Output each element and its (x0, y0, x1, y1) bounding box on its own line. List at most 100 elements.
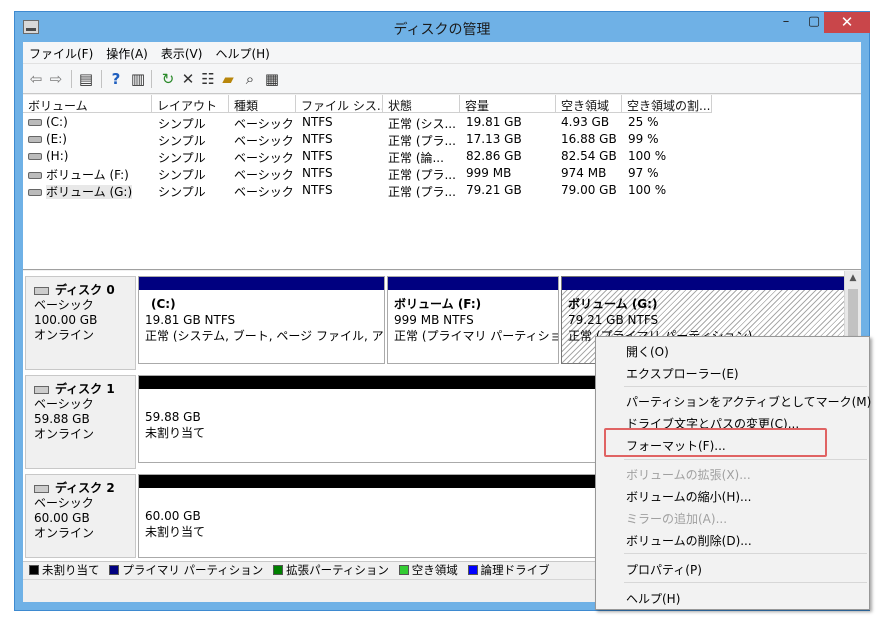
menu-action[interactable]: 操作(A) (100, 42, 155, 62)
cell-text: 16.88 GB (561, 132, 617, 146)
drive-icon (28, 172, 42, 179)
primary-partition-bar (388, 277, 558, 290)
refresh-icon[interactable]: ↻ (159, 70, 177, 88)
menu-item-explorer[interactable]: エクスプローラー(E) (626, 365, 739, 382)
table-cell: 97 % (628, 166, 659, 180)
format-highlight-box (604, 428, 827, 457)
column-header-capacity[interactable]: 容量 (460, 95, 556, 113)
table-cell: ベーシック (234, 132, 294, 149)
console-tree-icon[interactable]: ▤ (77, 70, 95, 88)
title-bar[interactable]: ディスクの管理 – ▢ ✕ (15, 12, 870, 42)
legend-item: 論理ドライブ (467, 562, 550, 578)
forward-arrow-icon[interactable]: ⇨ (47, 70, 65, 88)
column-header-filesystem[interactable]: ファイル シス... (296, 95, 383, 113)
delete-icon[interactable]: ✕ (179, 70, 197, 88)
cell-text: (H:) (46, 149, 69, 163)
legend-item: 拡張パーティション (273, 562, 389, 578)
menu-help[interactable]: ヘルプ(H) (209, 42, 276, 62)
legend-swatch (29, 565, 39, 575)
drive-icon (28, 136, 42, 143)
table-row[interactable]: (C:) シンプル ベーシック NTFS 正常 (シス... 19.81 GB 4.93 G… (23, 114, 861, 131)
table-cell: 正常 (プラ... (388, 166, 456, 183)
cell-text: 999 MB (466, 166, 512, 180)
disk-name: ディスク 2 (55, 481, 115, 495)
table-cell: 79.21 GB (466, 183, 522, 197)
action-pane-icon[interactable]: ▥ (129, 70, 147, 88)
menu-item-add-mirror: ミラーの追加(A)... (626, 512, 728, 526)
disk-label-0[interactable]: ディスク 0 ベーシック 100.00 GB オンライン (25, 276, 136, 370)
cell-text: ベーシック (234, 185, 294, 199)
close-button[interactable]: ✕ (824, 12, 870, 33)
legend-swatch (398, 565, 409, 575)
menu-item-delete-volume[interactable]: ボリュームの削除(D)... (626, 532, 752, 549)
cell-text: ベーシック (234, 117, 294, 131)
partition-name: ボリューム (F:) (394, 297, 482, 311)
menu-item-extend-volume: ボリュームの拡張(X)... (626, 468, 751, 482)
menu-view[interactable]: 表示(V) (155, 42, 210, 62)
menu-separator (624, 459, 867, 460)
cell-text: ベーシック (234, 134, 294, 148)
disk-type: ベーシック (34, 496, 94, 510)
help-icon[interactable]: ? (107, 70, 125, 88)
cell-text: 100 % (628, 149, 667, 163)
column-header-status[interactable]: 状態 (383, 95, 460, 113)
table-cell: 19.81 GB (466, 115, 522, 129)
legend-label: 空き領域 (411, 563, 458, 577)
toolbar-separator (151, 70, 152, 88)
open-folder-icon[interactable]: ▰ (219, 70, 237, 88)
partition-f[interactable]: ボリューム (F:) 999 MB NTFS 正常 (プライマリ パーティション… (387, 276, 559, 364)
cell-text: 正常 (論... (388, 151, 444, 165)
table-row[interactable]: (E:) シンプル ベーシック NTFS 正常 (プラ... 17.13 GB 16.88 … (23, 131, 861, 148)
disk-type: ベーシック (34, 298, 94, 312)
menu-item-help[interactable]: ヘルプ(H) (626, 590, 680, 607)
minimize-button[interactable]: – (772, 12, 800, 33)
column-header-free-percent[interactable]: 空き領域の割... (622, 95, 712, 113)
disk-size: 60.00 GB (34, 511, 90, 525)
table-cell: NTFS (302, 115, 333, 129)
disk-label-1[interactable]: ディスク 1 ベーシック 59.88 GB オンライン (25, 375, 136, 469)
disk-icon (34, 286, 49, 295)
column-header-type[interactable]: 種類 (229, 95, 296, 113)
menu-item-properties[interactable]: プロパティ(P) (626, 561, 702, 578)
scroll-up-arrow-icon[interactable]: ▲ (845, 273, 861, 283)
cell-text: 17.13 GB (466, 132, 522, 146)
cell-text: NTFS (302, 183, 333, 197)
column-header-layout[interactable]: レイアウト (152, 95, 229, 113)
table-cell: NTFS (302, 149, 333, 163)
settings-icon[interactable]: ▦ (263, 70, 281, 88)
table-cell: 82.54 GB (561, 149, 617, 163)
partition-c[interactable]: (C:) 19.81 GB NTFS 正常 (システム, ブート, ページ ファ… (138, 276, 385, 364)
search-icon[interactable]: ⌕ (241, 70, 259, 88)
primary-partition-bar (139, 277, 384, 290)
table-cell: シンプル (158, 149, 206, 166)
table-row[interactable]: ボリューム (G:) シンプル ベーシック NTFS 正常 (プラ... 79.21 GB… (23, 182, 861, 199)
table-cell: 82.86 GB (466, 149, 522, 163)
cell-text: 正常 (プラ... (388, 185, 456, 199)
volume-list: ボリューム レイアウト 種類 ファイル シス... 状態 容量 空き領域 空き領… (23, 95, 861, 270)
table-cell: 79.00 GB (561, 183, 617, 197)
column-header-volume[interactable]: ボリューム (23, 95, 152, 113)
cell-text: 97 % (628, 166, 659, 180)
cell-text: ボリューム (G:) (46, 185, 133, 199)
menu-item-mark-active[interactable]: パーティションをアクティブとしてマーク(M) (626, 393, 871, 410)
back-arrow-icon[interactable]: ⇦ (27, 70, 45, 88)
column-header-free-space[interactable]: 空き領域 (556, 95, 622, 113)
cell-text: ボリューム (F:) (46, 168, 129, 182)
menu-item-open[interactable]: 開く(O) (626, 343, 669, 360)
table-cell: 正常 (プラ... (388, 183, 456, 200)
table-cell: ベーシック (234, 183, 294, 200)
menu-file[interactable]: ファイル(F) (23, 42, 100, 62)
cell-text: 100 % (628, 183, 667, 197)
partition-size: 19.81 GB NTFS (145, 313, 236, 327)
disk-label-2[interactable]: ディスク 2 ベーシック 60.00 GB オンライン (25, 474, 136, 558)
table-row[interactable]: (H:) シンプル ベーシック NTFS 正常 (論... 82.86 GB 82.54 G… (23, 148, 861, 165)
disk-name: ディスク 0 (55, 283, 115, 297)
legend-swatch (109, 565, 120, 575)
cell-text: 974 MB (561, 166, 607, 180)
window-title: ディスクの管理 (393, 22, 491, 38)
partition-name: (C:) (151, 297, 176, 311)
table-row[interactable]: ボリューム (F:) シンプル ベーシック NTFS 正常 (プラ... 999 MB 97… (23, 165, 861, 182)
properties-icon[interactable]: ☷ (199, 70, 217, 88)
menu-item-shrink-volume[interactable]: ボリュームの縮小(H)... (626, 488, 751, 505)
cell-text: シンプル (158, 185, 206, 199)
